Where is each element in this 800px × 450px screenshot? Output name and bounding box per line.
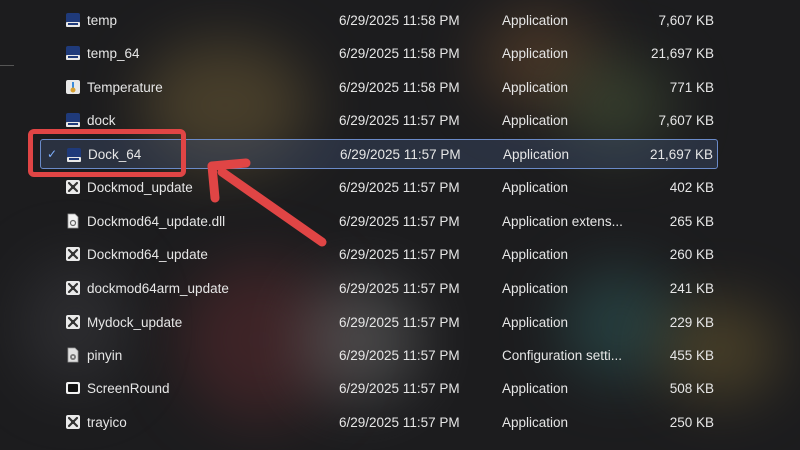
tool-app-icon — [65, 280, 81, 296]
tool-app-icon — [65, 414, 81, 430]
file-type: Configuration setti... — [502, 347, 623, 363]
file-size: 229 KB — [669, 314, 714, 330]
file-date-modified: 6/29/2025 11:57 PM — [339, 213, 460, 229]
file-name: Temperature — [87, 79, 163, 95]
file-date-modified: 6/29/2025 11:57 PM — [339, 314, 460, 330]
file-size: 21,697 KB — [649, 146, 713, 162]
tool-app-icon — [65, 246, 81, 262]
file-date-modified: 6/29/2025 11:58 PM — [339, 45, 460, 61]
file-size: 402 KB — [669, 179, 714, 195]
file-size: 7,607 KB — [658, 12, 714, 28]
file-name: pinyin — [87, 347, 123, 363]
file-date-modified: 6/29/2025 11:57 PM — [339, 179, 460, 195]
file-name: Dockmod64_update.dll — [87, 213, 226, 229]
file-date-modified: 6/29/2025 11:57 PM — [339, 380, 460, 396]
file-date-modified: 6/29/2025 11:57 PM — [339, 280, 460, 296]
file-name: dockmod64arm_update — [87, 280, 229, 296]
file-row[interactable]: dockmod64arm_update 6/29/2025 11:57 PM App… — [40, 273, 718, 303]
tool-app-icon — [65, 314, 81, 330]
file-row[interactable]: temp 6/29/2025 11:58 PM Application 7,607 K… — [40, 5, 718, 35]
file-row[interactable]: Mydock_update 6/29/2025 11:57 PM Applicati… — [40, 307, 718, 337]
file-name: temp_64 — [87, 45, 140, 61]
file-date-modified: 6/29/2025 11:57 PM — [339, 112, 460, 128]
file-date-modified: 6/29/2025 11:58 PM — [339, 79, 460, 95]
file-type: Application — [502, 12, 569, 28]
file-type: Application — [502, 280, 569, 296]
app-icon — [65, 45, 81, 61]
file-name: ScreenRound — [87, 380, 170, 396]
file-type: Application — [502, 179, 569, 195]
file-size: 21,697 KB — [650, 45, 714, 61]
file-list: temp 6/29/2025 11:58 PM Application 7,607 K… — [0, 0, 800, 450]
file-name: trayico — [87, 414, 127, 430]
file-type: Application — [502, 79, 569, 95]
file-row[interactable]: temp_64 6/29/2025 11:58 PM Application 21,6… — [40, 38, 718, 68]
file-type: Application — [502, 314, 569, 330]
file-row[interactable]: Dockmod64_update 6/29/2025 11:57 PM Applic… — [40, 239, 718, 269]
file-row[interactable]: Dockmod64_update.dll 6/29/2025 11:57 PM Ap… — [40, 206, 718, 236]
file-size: 455 KB — [669, 347, 714, 363]
file-date-modified: 6/29/2025 11:57 PM — [339, 246, 460, 262]
file-row[interactable]: pinyin 6/29/2025 11:57 PM Configuration se… — [40, 340, 718, 370]
file-row[interactable]: Temperature 6/29/2025 11:58 PM Application… — [40, 72, 718, 102]
file-size: 7,607 KB — [658, 112, 714, 128]
config-file-icon — [65, 347, 81, 363]
app-icon — [65, 112, 81, 128]
file-size: 265 KB — [669, 213, 714, 229]
file-type: Application — [503, 146, 570, 162]
file-date-modified: 6/29/2025 11:58 PM — [339, 12, 460, 28]
file-name: Dockmod_update — [87, 179, 193, 195]
file-type: Application extens... — [502, 213, 623, 229]
file-name: temp — [87, 12, 118, 28]
file-name: dock — [87, 112, 116, 128]
tool-app-icon — [65, 179, 81, 195]
file-size: 250 KB — [669, 414, 714, 430]
dll-file-icon — [65, 213, 81, 229]
file-size: 508 KB — [669, 380, 714, 396]
file-name: Mydock_update — [87, 314, 183, 330]
file-type: Application — [502, 246, 569, 262]
file-date-modified: 6/29/2025 11:57 PM — [340, 146, 461, 162]
file-type: Application — [502, 112, 569, 128]
thermometer-app-icon — [65, 79, 81, 95]
file-size: 260 KB — [669, 246, 714, 262]
file-type: Application — [502, 414, 569, 430]
window-app-icon — [65, 380, 81, 396]
file-row[interactable]: ScreenRound 6/29/2025 11:57 PM Application… — [40, 373, 718, 403]
file-size: 241 KB — [669, 280, 714, 296]
file-date-modified: 6/29/2025 11:57 PM — [339, 347, 460, 363]
file-name: Dockmod64_update — [87, 246, 208, 262]
file-type: Application — [502, 45, 569, 61]
file-date-modified: 6/29/2025 11:57 PM — [339, 414, 460, 430]
file-size: 771 KB — [669, 79, 714, 95]
highlight-annotation-box — [28, 129, 186, 177]
file-row[interactable]: trayico 6/29/2025 11:57 PM Application 250 … — [40, 407, 718, 437]
app-icon — [65, 12, 81, 28]
file-type: Application — [502, 380, 569, 396]
